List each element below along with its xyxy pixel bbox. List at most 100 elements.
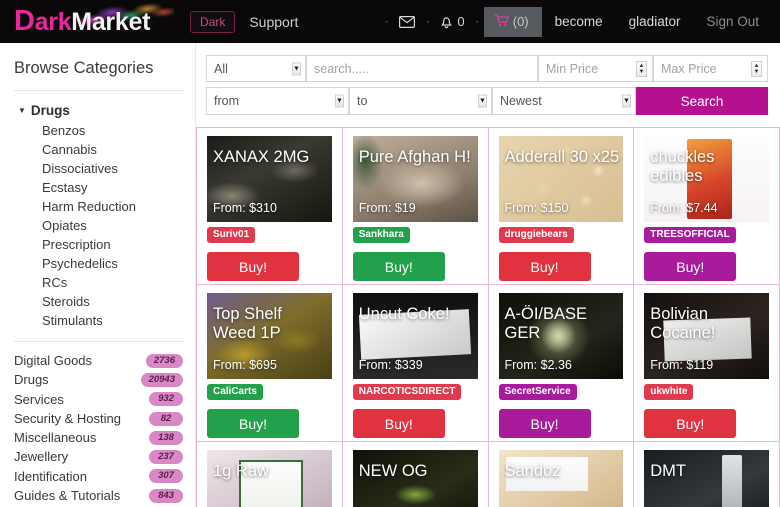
sidebar-item-benzos[interactable]: Benzos: [42, 121, 185, 140]
product-thumbnail[interactable]: XANAX 2MG From: $310: [207, 136, 332, 222]
buy-button[interactable]: Buy!: [352, 252, 445, 281]
product-price: From: $2.36: [504, 358, 572, 372]
product-card[interactable]: NEW OG Buy!: [342, 442, 489, 507]
sort-select[interactable]: Newest ▼: [492, 87, 636, 115]
sidebar-drugs-sublist: Benzos Cannabis Dissociatives Ecstasy Ha…: [14, 121, 185, 330]
notifications-button[interactable]: 0: [434, 14, 470, 29]
buy-button[interactable]: Buy!: [498, 252, 591, 281]
sidebar-item-guides-tutorials[interactable]: Guides & Tutorials 843: [14, 486, 185, 505]
product-thumbnail[interactable]: chuckles edibles From: $7.44: [644, 136, 769, 222]
nav-link-gladiator[interactable]: gladiator: [616, 14, 694, 29]
buy-button[interactable]: Buy!: [207, 252, 299, 281]
vendor-badge[interactable]: Suriv01: [207, 227, 256, 243]
search-input[interactable]: search.....: [306, 55, 538, 82]
sidebar-item-stimulants[interactable]: Stimulants: [42, 311, 185, 330]
max-price-stepper[interactable]: ▲ ▼: [751, 60, 762, 77]
product-thumbnail[interactable]: Adderall 30 x25 From: $150: [498, 136, 624, 222]
product-card[interactable]: Uncut Coke! From: $339 NARCOTICSDIRECT B…: [342, 285, 489, 442]
sidebar-item-steroids[interactable]: Steroids: [42, 292, 185, 311]
sidebar-item-label: Digital Goods: [14, 353, 93, 368]
dark-mode-badge[interactable]: Dark: [190, 10, 236, 33]
min-price-stepper[interactable]: ▲ ▼: [636, 60, 647, 77]
buy-button[interactable]: Buy!: [644, 409, 737, 438]
buy-button[interactable]: Buy!: [498, 409, 591, 438]
vendor-badge[interactable]: ukwhite: [644, 384, 694, 400]
product-thumbnail[interactable]: Uncut Coke! From: $339: [352, 293, 478, 379]
product-thumbnail[interactable]: 1g Raw: [207, 450, 332, 507]
category-select[interactable]: All ▼: [206, 55, 306, 82]
product-price: From: $19: [358, 201, 416, 215]
product-title: XANAX 2MG: [213, 148, 310, 166]
sidebar-group-drugs[interactable]: ▼ Drugs: [14, 101, 185, 121]
header-separator-dot-3: •: [475, 16, 479, 27]
date-from-select[interactable]: from ▼: [206, 87, 349, 115]
vendor-badge[interactable]: SecretService: [498, 384, 577, 400]
product-card[interactable]: A-ÖI/BASE GER From: $2.36 SecretService …: [488, 285, 635, 442]
category-select-value: All: [214, 61, 228, 76]
vendor-badge[interactable]: Sankhara: [352, 227, 410, 243]
buy-button[interactable]: Buy!: [352, 409, 445, 438]
product-card[interactable]: Top Shelf Weed 1P From: $695 CaliCarts B…: [197, 285, 343, 442]
product-card[interactable]: 1g Raw Buy!: [197, 442, 343, 507]
product-thumbnail[interactable]: A-ÖI/BASE GER From: $2.36: [498, 293, 624, 379]
product-thumbnail[interactable]: DMT: [644, 450, 769, 507]
sidebar-item-opiates[interactable]: Opiates: [42, 216, 185, 235]
chevron-down-icon: ▼: [622, 94, 631, 108]
bell-icon: [440, 15, 453, 29]
product-thumbnail[interactable]: Pure Afghan H! From: $19: [352, 136, 478, 222]
product-price: From: $150: [504, 201, 569, 215]
header-separator-dot-2: •: [426, 16, 430, 27]
status-badge: 843: [149, 488, 183, 503]
nav-link-become[interactable]: become: [542, 14, 616, 29]
product-card[interactable]: Sandoz Buy!: [488, 442, 635, 507]
sidebar-item-harm-reduction[interactable]: Harm Reduction: [42, 197, 185, 216]
search-button[interactable]: Search: [636, 87, 768, 115]
sidebar-item-psychedelics[interactable]: Psychedelics: [42, 254, 185, 273]
product-thumbnail[interactable]: Bolivian Cocaine! From: $119: [644, 293, 769, 379]
nav-link-sign-out[interactable]: Sign Out: [693, 14, 772, 29]
sidebar-item-jewellery[interactable]: Jewellery 237: [14, 447, 185, 466]
vendor-badge[interactable]: NARCOTICSDIRECT: [352, 384, 462, 400]
sidebar-item-drugs[interactable]: Drugs 20943: [14, 370, 185, 389]
sidebar-item-security-hosting[interactable]: Security & Hosting 82: [14, 409, 185, 428]
sidebar-item-prescription[interactable]: Prescription: [42, 235, 185, 254]
status-badge: 932: [149, 392, 183, 407]
product-card[interactable]: Bolivian Cocaine! From: $119 ukwhite Buy…: [634, 285, 780, 442]
vendor-badge[interactable]: CaliCarts: [207, 384, 263, 400]
vendor-badge[interactable]: druggiebears: [498, 227, 574, 243]
cart-button[interactable]: (0): [483, 6, 542, 37]
sidebar-item-label: Jewellery: [14, 449, 69, 465]
sidebar-item-services[interactable]: Services 932: [14, 390, 185, 409]
sidebar-item-label: Identification: [14, 468, 87, 484]
top-header: DarkMarket Dark Support • • 0 • (0) beco…: [0, 0, 780, 43]
support-link[interactable]: Support: [249, 14, 298, 30]
min-price-input[interactable]: Min Price ▲ ▼: [538, 55, 653, 82]
sidebar-item-identification[interactable]: Identification 307: [14, 467, 185, 486]
sidebar-group-drugs-label: Drugs: [30, 103, 70, 118]
sidebar-item-cannabis[interactable]: Cannabis: [42, 140, 185, 159]
site-logo[interactable]: DarkMarket: [14, 0, 176, 42]
sidebar-item-ecstasy[interactable]: Ecstasy: [42, 178, 185, 197]
product-price: From: $119: [650, 358, 714, 372]
product-title: Top Shelf Weed 1P: [213, 305, 282, 342]
product-card[interactable]: chuckles edibles From: $7.44 TREESOFFICI…: [634, 128, 780, 285]
product-card[interactable]: Pure Afghan H! From: $19 Sankhara Buy!: [342, 128, 489, 285]
sidebar-item-miscellaneous[interactable]: Miscellaneous 138: [14, 428, 185, 447]
sidebar-item-digital-goods[interactable]: Digital Goods 2736: [14, 351, 185, 370]
product-card[interactable]: DMT Buy!: [634, 442, 780, 507]
product-thumbnail[interactable]: NEW OG: [352, 450, 478, 507]
vendor-badge[interactable]: TREESOFFICIAL: [644, 227, 736, 243]
buy-button[interactable]: Buy!: [644, 252, 737, 281]
sidebar-item-rcs[interactable]: RCs: [42, 273, 185, 292]
product-card[interactable]: XANAX 2MG From: $310 Suriv01 Buy!: [197, 128, 343, 285]
product-thumbnail[interactable]: Sandoz: [498, 450, 624, 507]
product-title: Uncut Coke!: [358, 305, 450, 323]
sidebar-item-dissociatives[interactable]: Dissociatives: [42, 159, 185, 178]
messages-button[interactable]: [393, 15, 421, 28]
max-price-input[interactable]: Max Price ▲ ▼: [653, 55, 768, 82]
date-to-select[interactable]: to ▼: [349, 87, 492, 115]
product-thumbnail[interactable]: Top Shelf Weed 1P From: $695: [207, 293, 332, 379]
buy-button[interactable]: Buy!: [207, 409, 299, 438]
product-price: From: $695: [213, 358, 277, 372]
product-card[interactable]: Adderall 30 x25 From: $150 druggiebears …: [488, 128, 635, 285]
